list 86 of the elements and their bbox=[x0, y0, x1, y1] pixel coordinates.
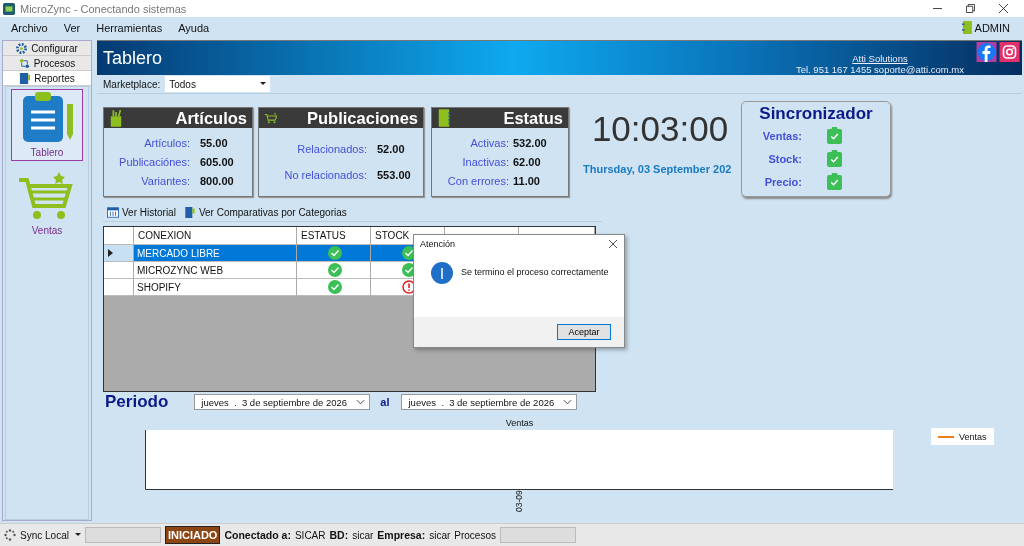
stat-value: 11.00 bbox=[513, 175, 541, 187]
state-badge: INICIADO bbox=[164, 526, 221, 544]
info-icon bbox=[431, 262, 453, 284]
menu-item[interactable]: Ayuda bbox=[178, 21, 210, 34]
card-title: Artículos bbox=[175, 108, 247, 128]
stat-label: Variantes: bbox=[140, 175, 190, 187]
book-icon bbox=[19, 72, 31, 84]
stat-label: No relacionados: bbox=[283, 168, 367, 181]
stat-label: Relacionados: bbox=[296, 143, 367, 156]
company-link[interactable]: Atti Solutions bbox=[852, 53, 908, 64]
user-name[interactable]: ADMIN bbox=[974, 21, 1010, 34]
sidebar-tab[interactable]: Procesos bbox=[3, 56, 91, 71]
stat-label: Publicaciónes: bbox=[118, 156, 190, 168]
status-label: Conectado a: bbox=[224, 529, 291, 541]
stat-value: 605.00 bbox=[200, 156, 235, 168]
period-separator: al bbox=[380, 396, 390, 408]
gear-icon bbox=[16, 42, 28, 54]
restore-icon[interactable] bbox=[966, 4, 975, 13]
flow-icon bbox=[18, 57, 30, 69]
sidebar-tab[interactable]: Configurar bbox=[3, 41, 91, 56]
facebook-icon[interactable] bbox=[976, 42, 997, 62]
notebook-icon bbox=[437, 109, 451, 127]
status-value: sicar bbox=[429, 529, 451, 541]
stat-label: Inactivas: bbox=[461, 156, 509, 168]
stat-value: 800.00 bbox=[200, 175, 235, 187]
pencil-cup-icon bbox=[109, 109, 123, 127]
card-title: Publicaciones bbox=[307, 108, 418, 128]
app-icon bbox=[3, 2, 15, 15]
stat-value: 553.00 bbox=[377, 168, 412, 181]
status-label: Procesos bbox=[454, 529, 496, 541]
toolbar-button[interactable]: Ver Comparativas por Categorias bbox=[183, 207, 347, 218]
marketplace-label: Marketplace: bbox=[103, 78, 161, 90]
date-picker[interactable]: jueves . 3 de septiembre de 2026 bbox=[401, 394, 578, 410]
notebook-icon bbox=[961, 21, 972, 34]
table-cell[interactable]: MERCADO LIBRE bbox=[134, 245, 297, 262]
row-pointer-icon bbox=[108, 249, 113, 257]
stat-label: Artículos: bbox=[143, 137, 190, 149]
stat-label: Activas: bbox=[469, 137, 509, 149]
row-header-cell[interactable] bbox=[104, 279, 134, 296]
toolbar-button[interactable]: Ver Historial bbox=[107, 207, 176, 218]
clock-date: Thursday, 03 September 202 bbox=[582, 163, 732, 175]
x-axis-label: 03-09 bbox=[514, 490, 524, 512]
chart-title: Ventas bbox=[505, 418, 534, 428]
chevron-down-icon bbox=[563, 399, 573, 405]
legend-label: Ventas bbox=[959, 431, 987, 442]
date-picker[interactable]: jueves . 3 de septiembre de 2026 bbox=[194, 394, 371, 410]
menu-item[interactable]: Archivo bbox=[11, 21, 48, 34]
sidebar-tab[interactable]: Reportes bbox=[3, 71, 91, 86]
menu-item[interactable]: Herramientas bbox=[96, 21, 163, 34]
close-icon[interactable] bbox=[999, 4, 1008, 13]
sidebar-item[interactable]: Tablero bbox=[11, 89, 83, 161]
marketplace-dropdown[interactable]: Todos bbox=[165, 76, 271, 92]
period-label: Periodo bbox=[105, 392, 169, 412]
stat-value: 62.00 bbox=[513, 156, 542, 168]
book-icon bbox=[183, 207, 196, 218]
window-title: MicroZync - Conectando sistemas bbox=[20, 2, 187, 15]
spinner-icon bbox=[4, 529, 16, 541]
caret-icon bbox=[74, 533, 81, 537]
sync-label: Stock: bbox=[767, 152, 802, 165]
dialog-message: Se termino el proceso correctamente bbox=[461, 267, 609, 277]
status-value: sicar bbox=[352, 529, 374, 541]
status-value: SICAR bbox=[294, 529, 326, 541]
stat-label: Con errores: bbox=[446, 175, 509, 187]
row-header-cell[interactable] bbox=[104, 245, 134, 262]
dropdown-caret-icon bbox=[260, 82, 267, 86]
status-label: Empresa: bbox=[377, 529, 426, 541]
legend-line-icon bbox=[938, 435, 954, 438]
status-label: BD: bbox=[329, 529, 349, 541]
stat-value: 532.00 bbox=[513, 137, 548, 149]
sync-dropdown-button[interactable]: Sync Local bbox=[20, 529, 81, 541]
close-icon[interactable] bbox=[609, 240, 617, 248]
accept-button[interactable]: Aceptar bbox=[557, 324, 611, 340]
page-title: Tablero bbox=[103, 47, 163, 69]
sync-label: Precio: bbox=[763, 175, 802, 188]
contact-text: Tel. 951 167 1455 soporte@atti.com.mx bbox=[795, 64, 964, 75]
row-header-cell[interactable] bbox=[104, 262, 134, 279]
table-icon bbox=[107, 207, 119, 218]
stat-value: 52.00 bbox=[377, 143, 406, 156]
clock-time: 10:03:00 bbox=[591, 109, 729, 149]
sync-label: Ventas: bbox=[761, 129, 802, 142]
chevron-down-icon bbox=[356, 399, 366, 405]
stat-value: 55.00 bbox=[200, 137, 229, 149]
instagram-icon[interactable] bbox=[999, 42, 1020, 62]
sync-title: Sincronizador bbox=[759, 104, 873, 124]
card-title: Estatus bbox=[503, 108, 563, 128]
menu-item[interactable]: Ver bbox=[63, 21, 81, 34]
